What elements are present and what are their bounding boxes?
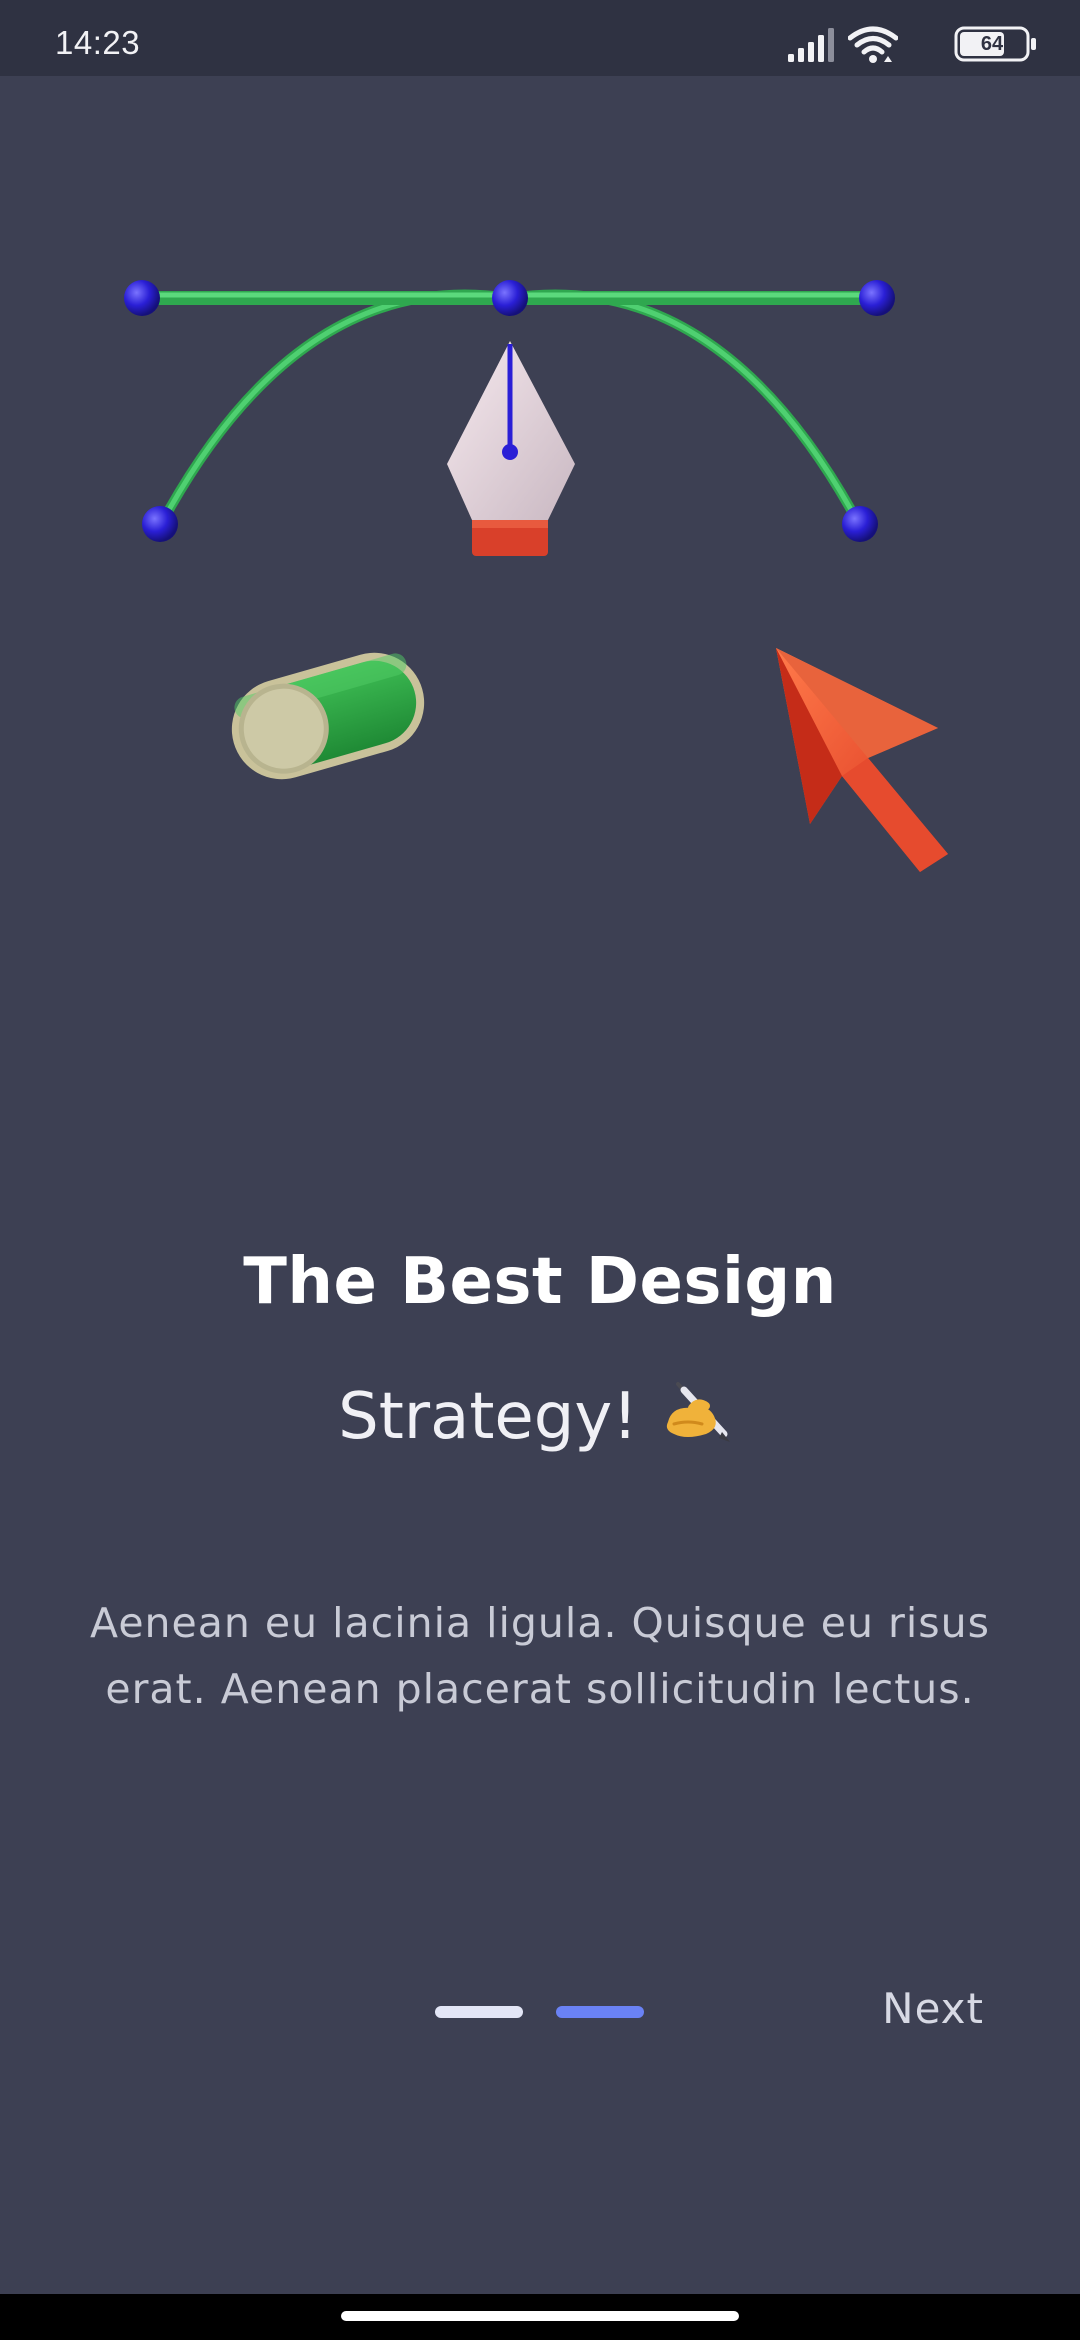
home-indicator[interactable]: [341, 2311, 739, 2321]
next-button[interactable]: Next: [882, 1984, 984, 2033]
signal-icon: [788, 28, 834, 62]
toggle-switch-icon: [231, 652, 425, 780]
page-indicator-2[interactable]: [556, 2006, 644, 2018]
onboarding-subtitle-text: Strategy!: [338, 1380, 638, 1454]
onboarding-description: Aenean eu lacinia ligula. Quisque eu ris…: [90, 1599, 990, 1713]
bezier-pen-tool-icon: [124, 280, 895, 556]
onboarding-title: The Best Design: [243, 1245, 837, 1319]
system-nav-bar: [0, 2294, 1080, 2340]
battery-level: 64: [980, 33, 1004, 55]
design-illustration: [124, 280, 948, 872]
status-bar: 14:23 64: [0, 0, 1080, 76]
onboarding-subtitle: Strategy!: [0, 1380, 1080, 1456]
onboarding-screen: 14:23 64 The Best Design Strategy! Aenea…: [0, 0, 1080, 2340]
writing-hand-icon: [666, 1382, 730, 1443]
status-time: 14:23: [55, 24, 141, 61]
wifi-icon: [848, 26, 898, 63]
page-indicator-1[interactable]: [435, 2006, 523, 2018]
battery-icon: 64: [954, 26, 1040, 62]
cursor-arrow-icon: [776, 648, 948, 872]
